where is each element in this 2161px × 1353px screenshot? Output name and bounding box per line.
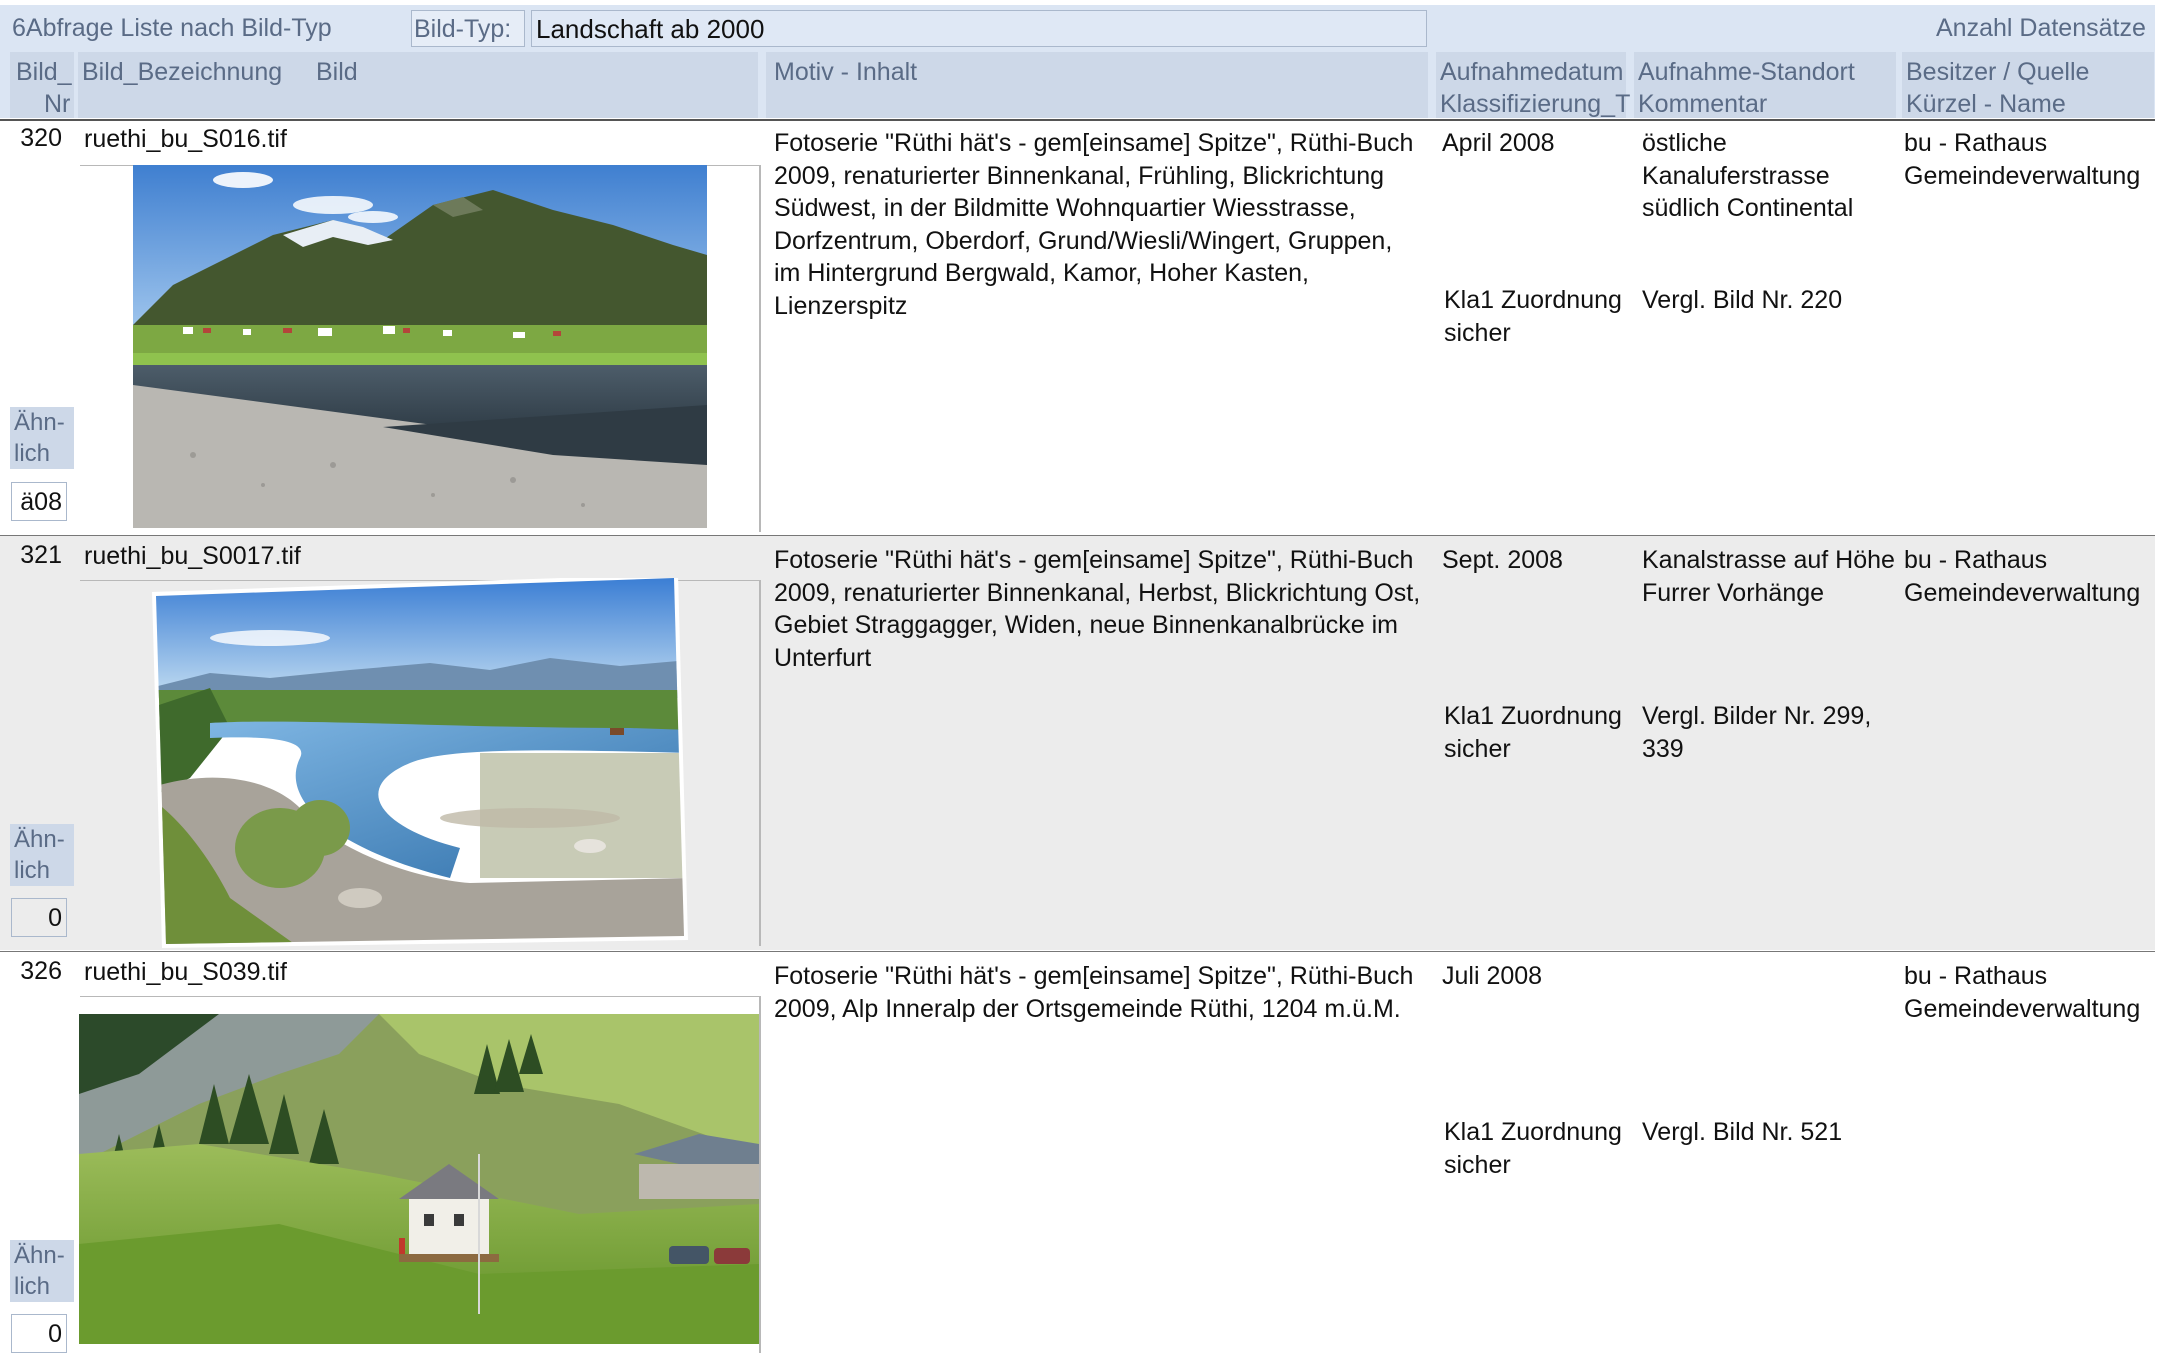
record-besitzer-name: Gemeindeverwaltung	[1904, 162, 2141, 190]
image-separator	[759, 996, 761, 1353]
record-motiv: Fotoserie "Rüthi hät's - gem[einsame] Sp…	[774, 546, 1421, 672]
col-datum-label-1: Aufnahmedatum	[1440, 58, 1624, 86]
col-standort-label-2: Kommentar	[1638, 90, 1768, 118]
record-photo-river-spring	[133, 165, 707, 528]
col-besitzer-label-1: Besitzer / Quelle	[1906, 58, 2090, 86]
count-label: Anzahl Datensätze	[1936, 14, 2146, 42]
col-besitzer-label-2: Kürzel - Name	[1906, 90, 2066, 118]
record-nr: 321	[20, 541, 62, 569]
col-datum-label-2: Klassifizierung_T	[1440, 90, 1631, 118]
bildtyp-label: Bild-Typ:	[411, 10, 525, 47]
col-bild-label: Bild	[316, 58, 358, 86]
image-separator	[759, 580, 761, 946]
record-besitzer-kuerzel: bu - Rathaus	[1904, 546, 2048, 574]
aehnlich-label: Ähn-lich	[10, 1240, 74, 1302]
row-divider	[0, 951, 2155, 952]
aehnlich-field[interactable]: 0	[11, 898, 67, 937]
record-photo-river-autumn	[150, 578, 690, 948]
col-nr-label-1: Bild_	[16, 58, 72, 86]
record-besitzer-name: Gemeindeverwaltung	[1904, 579, 2141, 607]
record-bezeichnung: ruethi_bu_S016.tif	[84, 125, 287, 153]
record-bezeichnung: ruethi_bu_S0017.tif	[84, 542, 301, 570]
image-separator	[759, 165, 761, 532]
aehnlich-label: Ähn-lich	[10, 824, 74, 886]
aehnlich-label: Ähn-lich	[10, 407, 74, 469]
record-datum: Juli 2008	[1442, 962, 1543, 990]
record-kommentar: Vergl. Bilder Nr. 299, 339	[1642, 702, 1872, 763]
image-top-border	[80, 996, 760, 997]
bildtyp-field[interactable]: Landschaft ab 2000	[531, 10, 1427, 47]
row-divider	[0, 535, 2155, 536]
record-besitzer-name: Gemeindeverwaltung	[1904, 995, 2141, 1023]
record-klassifizierung: Kla1 Zuordnung sicher	[1444, 1118, 1622, 1179]
record-kommentar: Vergl. Bild Nr. 220	[1642, 286, 1843, 314]
record-photo-alp	[79, 1014, 759, 1344]
record-nr: 326	[20, 957, 62, 985]
record-motiv: Fotoserie "Rüthi hät's - gem[einsame] Sp…	[774, 962, 1414, 1023]
record-datum: Sept. 2008	[1442, 546, 1563, 574]
record-motiv: Fotoserie "Rüthi hät's - gem[einsame] Sp…	[774, 129, 1414, 320]
record-besitzer-kuerzel: bu - Rathaus	[1904, 962, 2048, 990]
record-datum: April 2008	[1442, 129, 1555, 157]
aehnlich-field[interactable]: ä08	[11, 482, 67, 521]
col-nr-label-2: Nr	[44, 90, 71, 118]
report-title: 6Abfrage Liste nach Bild-Typ	[12, 14, 332, 42]
record-nr: 320	[20, 124, 62, 152]
row-divider	[0, 119, 2155, 121]
col-bezeichnung-label: Bild_Bezeichnung	[82, 58, 283, 86]
col-standort-label-1: Aufnahme-Standort	[1638, 58, 1855, 86]
record-standort: östliche Kanaluferstrasse südlich Contin…	[1642, 129, 1854, 222]
record-standort: Kanalstrasse auf Höhe Furrer Vorhänge	[1642, 546, 1895, 607]
record-bezeichnung: ruethi_bu_S039.tif	[84, 958, 287, 986]
col-motiv-label: Motiv - Inhalt	[774, 58, 918, 86]
record-klassifizierung: Kla1 Zuordnung sicher	[1444, 286, 1622, 347]
aehnlich-field[interactable]: 0	[11, 1314, 67, 1353]
record-besitzer-kuerzel: bu - Rathaus	[1904, 129, 2048, 157]
record-klassifizierung: Kla1 Zuordnung sicher	[1444, 702, 1622, 763]
record-kommentar: Vergl. Bild Nr. 521	[1642, 1118, 1843, 1146]
